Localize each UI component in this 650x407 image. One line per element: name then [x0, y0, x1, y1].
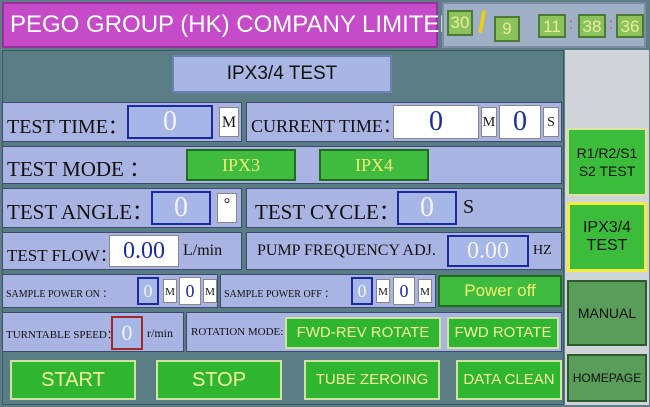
sample-off-unit-2: M	[418, 279, 432, 303]
turntable-panel: TURNTABLE SPEED： 0 r/min	[2, 312, 184, 352]
turntable-label: TURNTABLE SPEED：	[6, 329, 118, 341]
tube-zeroing-button[interactable]: TUBE ZEROING	[304, 360, 440, 400]
ipx34-test-button[interactable]: IPX3/4 TEST	[567, 202, 647, 272]
company-title: PEGO GROUP (HK) COMPANY LIMITED	[2, 2, 457, 48]
sample-on-input-2[interactable]: 0	[179, 277, 201, 305]
test-flow-input[interactable]: 0.00	[109, 235, 179, 267]
test-flow-panel: TEST FLOW： 0.00 L/min	[2, 232, 242, 270]
manual-button[interactable]: MANUAL	[567, 280, 647, 346]
time-hours: 11	[538, 14, 566, 38]
time-minutes: 38	[578, 14, 606, 38]
test-cycle-label: TEST CYCLE：	[255, 200, 400, 224]
r1r2s1s2-test-button[interactable]: R1/R2/S1 S2 TEST	[567, 128, 647, 196]
test-cycle-panel: TEST CYCLE： 0 S	[246, 188, 562, 228]
current-time-unit-s: S	[543, 107, 559, 137]
turntable-input[interactable]: 0	[111, 316, 143, 350]
current-time-minutes: 0	[393, 105, 479, 139]
ipx3-button[interactable]: IPX3	[186, 149, 296, 181]
pump-input[interactable]: 0.00	[447, 235, 529, 267]
test-angle-panel: TEST ANGLE： 0 °	[2, 188, 242, 228]
data-clean-button[interactable]: DATA CLEAN	[456, 360, 562, 400]
test-time-label: TEST TIME：	[7, 116, 128, 138]
time-separator-2: :	[609, 16, 614, 33]
test-mode-panel: TEST MODE ： IPX3 IPX4	[2, 146, 562, 184]
pump-unit: HZ	[533, 243, 552, 258]
test-time-input[interactable]: 0	[127, 105, 213, 139]
test-cycle-input[interactable]: 0	[397, 191, 457, 225]
fwd-rotate-button[interactable]: FWD ROTATE	[447, 317, 559, 349]
rotation-panel: ROTATION MODE: FWD-REV ROTATE FWD ROTATE	[186, 312, 562, 352]
homepage-button[interactable]: HOMEPAGE	[567, 354, 647, 402]
test-angle-input[interactable]: 0	[151, 191, 211, 225]
pump-label: PUMP FREQUENCY ADJ.	[257, 242, 436, 259]
current-time-panel: CURRENT TIME： 0 M 0 S	[246, 102, 562, 142]
date-day: 30	[447, 10, 473, 36]
start-button[interactable]: START	[10, 360, 136, 400]
sample-off-panel: SAMPLE POWER OFF ： 0 M 0 M	[220, 274, 436, 308]
turntable-unit: r/min	[147, 326, 173, 340]
ipx4-button[interactable]: IPX4	[319, 149, 429, 181]
sample-on-panel: SAMPLE POWER ON ： 0 M 0 M	[2, 274, 218, 308]
fwd-rev-rotate-button[interactable]: FWD-REV ROTATE	[285, 317, 441, 349]
current-time-unit-m: M	[481, 107, 497, 137]
sample-off-input-2[interactable]: 0	[393, 277, 415, 305]
power-off-button[interactable]: Power off	[438, 275, 562, 307]
time-seconds: 36	[616, 14, 644, 38]
date-separator: /	[478, 6, 487, 39]
sample-on-unit-2: M	[203, 279, 217, 303]
test-flow-unit: L/min	[183, 242, 223, 259]
sample-off-unit-1: M	[376, 279, 390, 303]
sample-on-label: SAMPLE POWER ON ：	[6, 289, 113, 300]
date-month: 9	[494, 16, 520, 42]
test-flow-label: TEST FLOW：	[7, 246, 117, 265]
time-separator-1: :	[569, 16, 574, 33]
current-time-label: CURRENT TIME：	[251, 116, 401, 136]
test-time-panel: TEST TIME： 0 M	[2, 102, 242, 142]
pump-panel: PUMP FREQUENCY ADJ. 0.00 HZ	[246, 232, 562, 270]
sample-off-input-1[interactable]: 0	[351, 277, 373, 305]
page-title: IPX3/4 TEST	[172, 55, 392, 93]
sample-on-unit-1: M	[163, 279, 177, 303]
test-angle-unit: °	[217, 193, 237, 223]
test-time-unit: M	[219, 107, 239, 137]
test-angle-label: TEST ANGLE：	[7, 200, 154, 224]
sample-on-input-1[interactable]: 0	[137, 277, 159, 305]
current-time-seconds: 0	[499, 105, 541, 139]
rotation-label: ROTATION MODE:	[191, 326, 284, 338]
test-mode-label: TEST MODE ：	[7, 157, 151, 181]
sample-off-label: SAMPLE POWER OFF ：	[224, 289, 335, 300]
datetime-panel: 30 / 9 11 : 38 : 36	[442, 2, 646, 48]
test-cycle-unit: S	[463, 196, 475, 218]
stop-button[interactable]: STOP	[156, 360, 282, 400]
